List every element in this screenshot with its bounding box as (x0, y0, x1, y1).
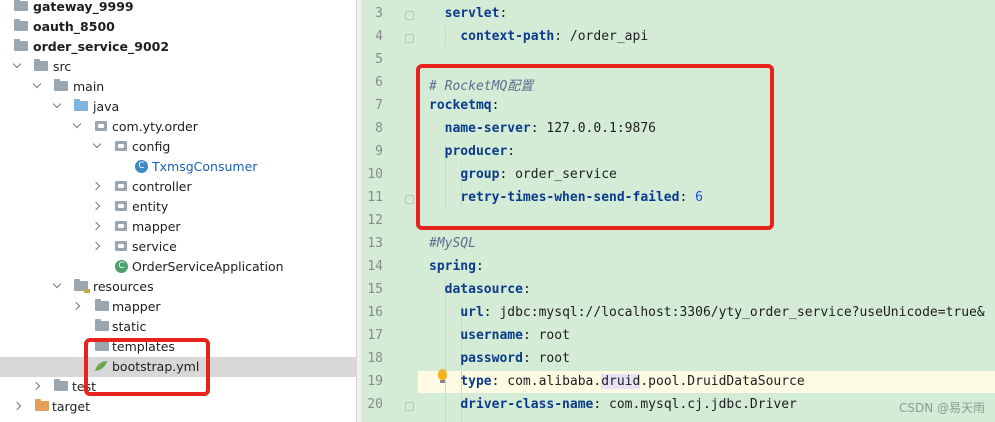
package-icon (115, 181, 127, 191)
folder-icon (95, 319, 109, 331)
tree-item-order-service[interactable]: order_service_9002 (0, 37, 356, 57)
line-number: 15 (367, 282, 383, 297)
project-tree: gateway_9999 oauth_8500 order_service_90… (0, 0, 356, 422)
chevron-down-icon[interactable] (92, 139, 102, 149)
tree-item-static[interactable]: static (0, 317, 356, 337)
code-line: #MySQL (429, 236, 476, 251)
tree-item-main[interactable]: main (0, 77, 356, 97)
fold-marker[interactable] (405, 11, 414, 20)
chevron-right-icon[interactable] (12, 401, 22, 411)
java-class-icon: C (135, 160, 148, 173)
tree-item-mapper[interactable]: mapper (0, 217, 356, 237)
tree-item-resources-mapper[interactable]: mapper (0, 297, 356, 317)
tree-item-package[interactable]: com.yty.order (0, 117, 356, 137)
fold-marker[interactable] (405, 34, 414, 43)
tree-item-service[interactable]: service (0, 237, 356, 257)
chevron-down-icon[interactable] (12, 59, 22, 69)
excluded-folder-icon (35, 399, 49, 411)
line-number: 17 (367, 328, 383, 343)
line-number: 14 (367, 259, 383, 274)
chevron-right-icon[interactable] (91, 181, 101, 191)
chevron-right-icon[interactable] (91, 221, 101, 231)
line-number: 5 (375, 52, 383, 67)
line-number: 10 (367, 167, 383, 182)
folder-icon (54, 379, 68, 391)
code-line: datasource: (444, 282, 531, 297)
code-line: url: jdbc:mysql://localhost:3306/yty_ord… (460, 305, 985, 320)
tree-item-target[interactable]: target (0, 397, 356, 417)
chevron-right-icon[interactable] (91, 241, 101, 251)
tree-item-entity[interactable]: entity (0, 197, 356, 217)
chevron-right-icon[interactable] (71, 301, 81, 311)
chevron-down-icon[interactable] (52, 99, 62, 109)
tree-item-config[interactable]: config (0, 137, 356, 157)
tree-item-resources[interactable]: resources (0, 277, 356, 297)
chevron-down-icon[interactable] (32, 79, 42, 89)
line-number: 12 (367, 213, 383, 228)
resources-folder-icon (74, 279, 90, 293)
source-folder-icon (74, 99, 88, 111)
chevron-right-icon[interactable] (31, 381, 41, 391)
package-icon (115, 221, 127, 231)
line-number: 4 (375, 29, 383, 44)
module-folder-icon (14, 0, 28, 11)
code-line: username: root (460, 328, 570, 343)
annotation-highlight-box (84, 338, 210, 396)
folder-icon (95, 299, 109, 311)
tree-item-txmsgconsumer[interactable]: C TxmsgConsumer (0, 157, 356, 177)
line-number: 3 (375, 6, 383, 21)
tree-item-oauth[interactable]: oauth_8500 (0, 17, 356, 37)
tree-item-controller[interactable]: controller (0, 177, 356, 197)
module-folder-icon (14, 39, 28, 51)
line-number: 8 (375, 121, 383, 136)
module-folder-icon (14, 19, 28, 31)
code-line: driver-class-name: com.mysql.cj.jdbc.Dri… (460, 397, 797, 412)
folder-icon (34, 59, 48, 71)
line-number: 7 (375, 98, 383, 113)
line-number: 11 (367, 190, 383, 205)
code-line: servlet: (444, 6, 508, 21)
line-number: 9 (375, 144, 383, 159)
chevron-down-icon[interactable] (72, 119, 82, 129)
package-icon (115, 201, 127, 211)
tree-item-orderserviceapplication[interactable]: C OrderServiceApplication (0, 257, 356, 277)
fold-marker[interactable] (405, 195, 414, 204)
tree-item-src[interactable]: src (0, 57, 356, 77)
chevron-right-icon[interactable] (91, 201, 101, 211)
watermark: CSDN @易天雨 (898, 401, 985, 415)
code-line: context-path: /order_api (460, 29, 649, 44)
tree-item-gateway[interactable]: gateway_9999 (0, 0, 356, 17)
fold-marker[interactable] (405, 402, 414, 411)
package-icon (115, 241, 127, 251)
line-number: 6 (375, 75, 383, 90)
annotation-highlight-box (416, 64, 774, 230)
line-number: 18 (367, 351, 383, 366)
code-line: type: com.alibaba.druid.pool.DruidDataSo… (460, 374, 805, 389)
line-number: 20 (367, 397, 383, 412)
code-editor[interactable]: 3 4 5 6 7 8 9 10 11 12 13 14 15 16 17 18… (361, 0, 995, 422)
tree-item-java[interactable]: java (0, 97, 356, 117)
code-line: password: root (460, 351, 570, 366)
package-icon (115, 141, 127, 151)
line-number: 16 (367, 305, 383, 320)
package-icon (95, 121, 107, 131)
spring-boot-class-icon: C (115, 260, 128, 273)
line-number: 13 (367, 236, 383, 251)
chevron-down-icon[interactable] (52, 279, 62, 289)
folder-icon (54, 79, 68, 91)
line-number: 19 (367, 374, 383, 389)
code-line: spring: (429, 259, 484, 274)
